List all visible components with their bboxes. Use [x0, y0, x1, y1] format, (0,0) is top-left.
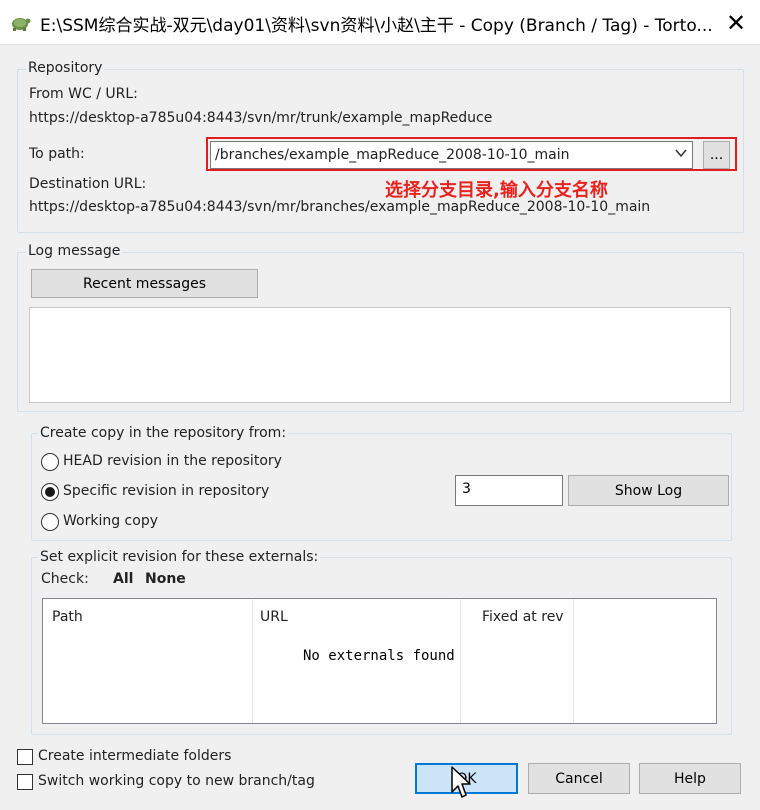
from-url-label: From WC / URL: — [29, 86, 138, 102]
column-divider — [573, 599, 574, 723]
check-none-link[interactable]: None — [145, 571, 186, 587]
revision-input[interactable]: 3 — [455, 475, 563, 506]
show-log-label: Show Log — [614, 482, 683, 499]
column-divider — [460, 599, 461, 723]
close-icon: ✕ — [725, 8, 747, 37]
copy-from-group-label: Create copy in the repository from: — [38, 425, 289, 441]
highlight-box — [206, 137, 737, 171]
working-copy-label[interactable]: Working copy — [63, 513, 158, 529]
working-copy-radio[interactable] — [41, 513, 59, 531]
window-title: E:\SSM综合实战-双元\day01\资料\svn资料\小赵\主干 - Cop… — [40, 16, 713, 36]
title-bar: E:\SSM综合实战-双元\day01\资料\svn资料\小赵\主干 - Cop… — [0, 0, 760, 45]
externals-table[interactable]: Path URL Fixed at rev No externals found — [42, 598, 717, 724]
intermediate-folders-label[interactable]: Create intermediate folders — [38, 748, 231, 764]
recent-messages-label: Recent messages — [82, 275, 207, 292]
log-message-textarea[interactable] — [29, 307, 731, 403]
cancel-button[interactable]: Cancel — [528, 763, 630, 794]
destination-url-label: Destination URL: — [29, 176, 147, 192]
column-header-fixed-rev[interactable]: Fixed at rev — [482, 609, 564, 625]
destination-url-value: https://desktop-a785u04:8443/svn/mr/bran… — [29, 199, 651, 215]
switch-wc-checkbox[interactable] — [17, 774, 33, 790]
empty-table-message: No externals found — [303, 648, 455, 664]
column-header-path[interactable]: Path — [52, 609, 83, 625]
help-button[interactable]: Help — [639, 763, 741, 794]
show-log-button[interactable]: Show Log — [568, 475, 729, 506]
close-button[interactable]: ✕ — [712, 0, 760, 45]
specific-revision-radio[interactable] — [41, 483, 59, 501]
log-message-group-label: Log message — [26, 243, 123, 259]
head-revision-radio[interactable] — [41, 453, 59, 471]
radio-selected-dot — [45, 487, 55, 497]
from-url-value: https://desktop-a785u04:8443/svn/mr/trun… — [29, 110, 493, 126]
column-divider — [252, 599, 253, 723]
recent-messages-button[interactable]: Recent messages — [31, 269, 258, 298]
specific-revision-label[interactable]: Specific revision in repository — [63, 483, 269, 499]
intermediate-folders-checkbox[interactable] — [17, 749, 33, 765]
repository-group-label: Repository — [26, 60, 105, 76]
tortoise-icon — [9, 11, 31, 33]
check-all-link[interactable]: All — [113, 571, 133, 587]
externals-group-label: Set explicit revision for these external… — [38, 549, 321, 565]
head-revision-label[interactable]: HEAD revision in the repository — [63, 453, 282, 469]
cancel-button-label: Cancel — [555, 770, 603, 787]
check-label: Check: — [41, 571, 89, 587]
column-header-url[interactable]: URL — [260, 609, 288, 625]
mouse-pointer-icon — [450, 766, 472, 800]
to-path-label: To path: — [29, 146, 85, 162]
help-button-label: Help — [674, 770, 706, 787]
switch-wc-label[interactable]: Switch working copy to new branch/tag — [38, 773, 315, 789]
